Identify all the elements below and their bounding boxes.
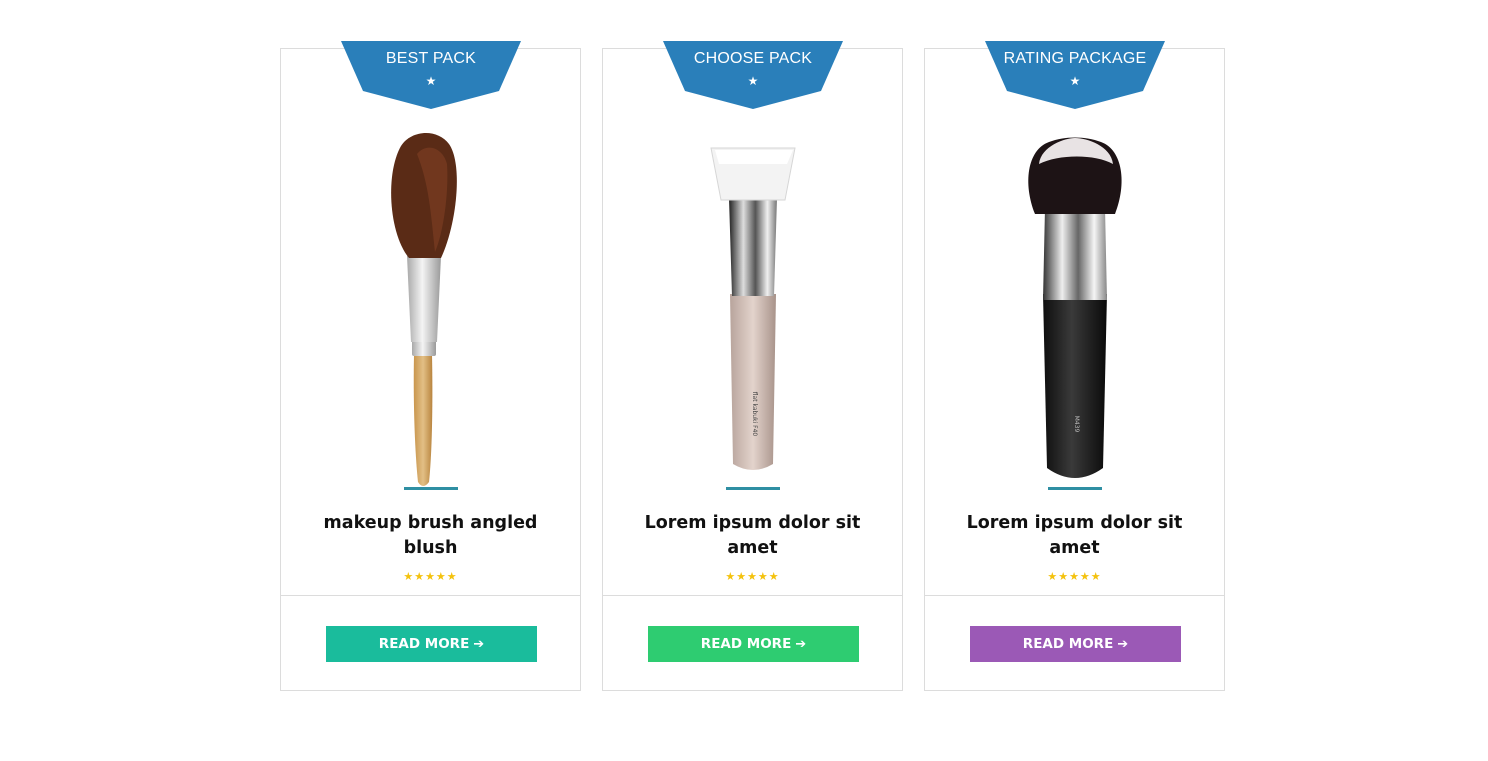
arrow-right-icon: ➔: [1117, 636, 1129, 652]
ribbon-label: RATING PACKAGE: [1003, 50, 1147, 67]
product-card-best-pack: BEST PACK ★ makeup brush angled blush ★★…: [280, 41, 581, 691]
ribbon-label: CHOOSE PACK: [693, 50, 813, 67]
read-more-button[interactable]: READ MORE ➔: [648, 626, 859, 662]
card-separator: [281, 595, 580, 596]
pricing-cards: BEST PACK ★ makeup brush angled blush ★★…: [280, 41, 1225, 691]
read-more-label: READ MORE: [700, 636, 792, 652]
flat-kabuki-brush-image: flat kabuki F40: [710, 147, 796, 470]
product-title: Lorem ipsum dolor sit amet: [644, 513, 861, 558]
read-more-button[interactable]: READ MORE ➔: [970, 626, 1181, 662]
read-more-label: READ MORE: [378, 636, 470, 652]
product-title: makeup brush angled blush: [323, 513, 538, 558]
read-more-button[interactable]: READ MORE ➔: [326, 626, 537, 662]
star-icon: ★: [425, 74, 437, 88]
rating-stars: ★★★★★: [725, 570, 780, 583]
ribbon-badge: CHOOSE PACK ★: [663, 41, 843, 109]
ribbon-label: BEST PACK: [385, 50, 477, 67]
divider: [404, 487, 458, 490]
svg-text:M439: M439: [1073, 416, 1080, 433]
arrow-right-icon: ➔: [473, 636, 485, 652]
product-title: Lorem ipsum dolor sit amet: [966, 513, 1183, 558]
ribbon-badge: BEST PACK ★: [341, 41, 521, 109]
angled-blush-brush-image: [391, 132, 457, 486]
kabuki-brush-image: M439: [1028, 137, 1122, 478]
star-icon: ★: [1069, 74, 1081, 88]
product-card-choose-pack: CHOOSE PACK ★ flat kabuki F40 Lorem ipsu…: [602, 41, 903, 691]
star-icon: ★: [747, 74, 759, 88]
arrow-right-icon: ➔: [795, 636, 807, 652]
divider: [1048, 487, 1102, 490]
svg-text:flat kabuki F40: flat kabuki F40: [751, 392, 758, 437]
ribbon-badge: RATING PACKAGE ★: [985, 41, 1165, 109]
divider: [726, 487, 780, 490]
card-separator: [925, 595, 1224, 596]
rating-stars: ★★★★★: [1047, 570, 1102, 583]
product-card-rating-package: RATING PACKAGE ★ M439 Lorem ipsum dolor …: [924, 41, 1225, 691]
read-more-label: READ MORE: [1022, 636, 1114, 652]
card-separator: [603, 595, 902, 596]
rating-stars: ★★★★★: [403, 570, 458, 583]
